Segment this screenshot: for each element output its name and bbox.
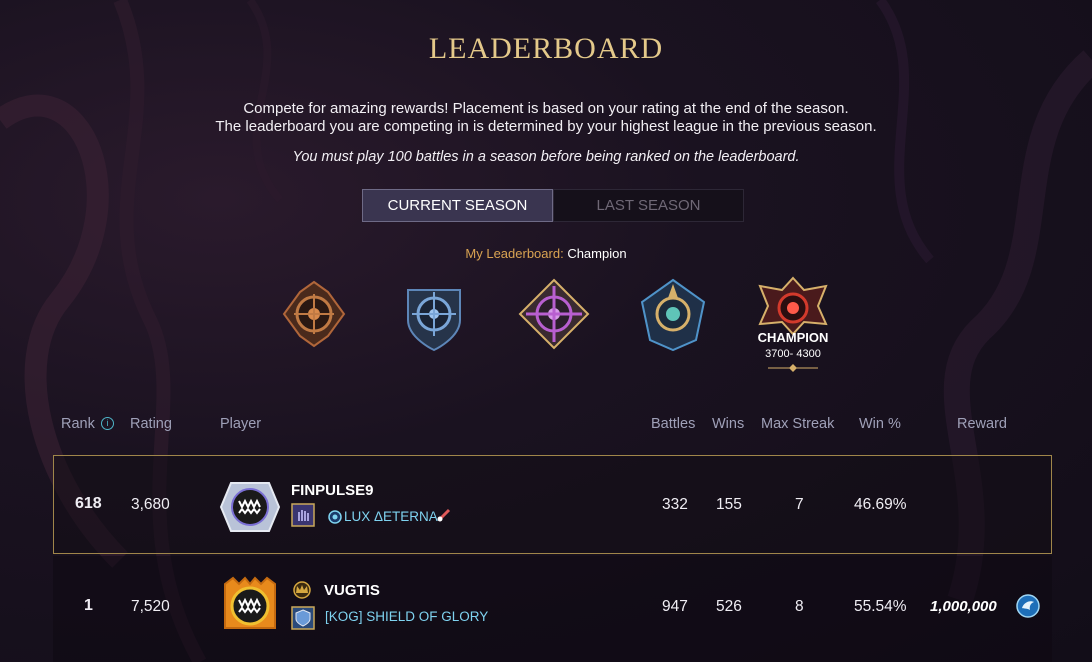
intro-line-1: Compete for amazing rewards! Placement i… bbox=[243, 100, 849, 117]
row-wins: 526 bbox=[716, 598, 742, 615]
battles-requirement-note: You must play 100 battles in a season be… bbox=[292, 149, 800, 165]
crown-emblem-icon bbox=[293, 581, 311, 599]
row-rank: 1 bbox=[84, 597, 93, 614]
rank-info-icon[interactable]: i bbox=[101, 417, 114, 430]
header-rank[interactable]: Rank bbox=[61, 416, 95, 432]
row-max-streak: 7 bbox=[795, 496, 804, 513]
row-rating: 3,680 bbox=[131, 496, 170, 513]
guild-emblem-icon bbox=[328, 510, 342, 524]
row-win-percent: 46.69% bbox=[854, 496, 907, 513]
gold-league-badge-icon[interactable] bbox=[518, 278, 590, 350]
header-rating[interactable]: Rating bbox=[130, 416, 172, 432]
diamond-league-badge-icon[interactable] bbox=[638, 278, 708, 352]
header-player[interactable]: Player bbox=[220, 416, 261, 432]
champion-league-badge-icon[interactable] bbox=[756, 276, 830, 336]
row-wins: 155 bbox=[716, 496, 742, 513]
header-win-percent[interactable]: Win % bbox=[859, 416, 901, 432]
guild-name[interactable]: LUX ΔETERNA bbox=[344, 509, 438, 524]
tab-last-season[interactable]: LAST SEASON bbox=[553, 189, 744, 222]
header-reward[interactable]: Reward bbox=[957, 416, 1007, 432]
header-wins[interactable]: Wins bbox=[712, 416, 744, 432]
player-avatar[interactable] bbox=[219, 576, 281, 636]
player-name[interactable]: VUGTIS bbox=[324, 582, 380, 599]
intro-text: Compete for amazing rewards! Placement i… bbox=[0, 100, 1092, 136]
silver-league-badge-icon[interactable] bbox=[400, 280, 468, 352]
guild-name[interactable]: [KOG] SHIELD OF GLORY bbox=[325, 609, 488, 624]
intro-line-2: The leaderboard you are competing in is … bbox=[215, 118, 877, 135]
my-leaderboard-value: Champion bbox=[567, 246, 627, 261]
row-reward: 1,000,000 bbox=[930, 598, 997, 615]
row-win-percent: 55.54% bbox=[854, 598, 907, 615]
bronze-league-badge-icon[interactable] bbox=[280, 280, 348, 348]
shield-avatar-icon bbox=[291, 606, 315, 630]
reward-currency-icon bbox=[1016, 594, 1040, 618]
my-leaderboard-label: My Leaderboard: bbox=[465, 246, 564, 261]
row-rating: 7,520 bbox=[131, 598, 170, 615]
row-rank: 618 bbox=[75, 495, 102, 512]
hand-avatar-icon bbox=[291, 503, 315, 527]
header-battles[interactable]: Battles bbox=[651, 416, 695, 432]
brush-icon bbox=[437, 508, 451, 522]
league-selected-indicator-icon bbox=[768, 364, 818, 372]
player-avatar[interactable] bbox=[219, 481, 281, 533]
tab-current-season[interactable]: CURRENT SEASON bbox=[362, 189, 553, 222]
champion-league-range: 3700- 4300 bbox=[765, 348, 821, 360]
row-max-streak: 8 bbox=[795, 598, 804, 615]
season-tabs: CURRENT SEASON LAST SEASON bbox=[362, 189, 744, 222]
page-title: LEADERBOARD bbox=[428, 32, 664, 65]
player-name[interactable]: FINPULSE9 bbox=[291, 482, 374, 499]
header-max-streak[interactable]: Max Streak bbox=[761, 416, 834, 432]
row-battles: 332 bbox=[662, 496, 688, 513]
row-battles: 947 bbox=[662, 598, 688, 615]
my-leaderboard: My Leaderboard: Champion bbox=[0, 246, 1092, 261]
champion-league-name: CHAMPION bbox=[757, 330, 829, 345]
